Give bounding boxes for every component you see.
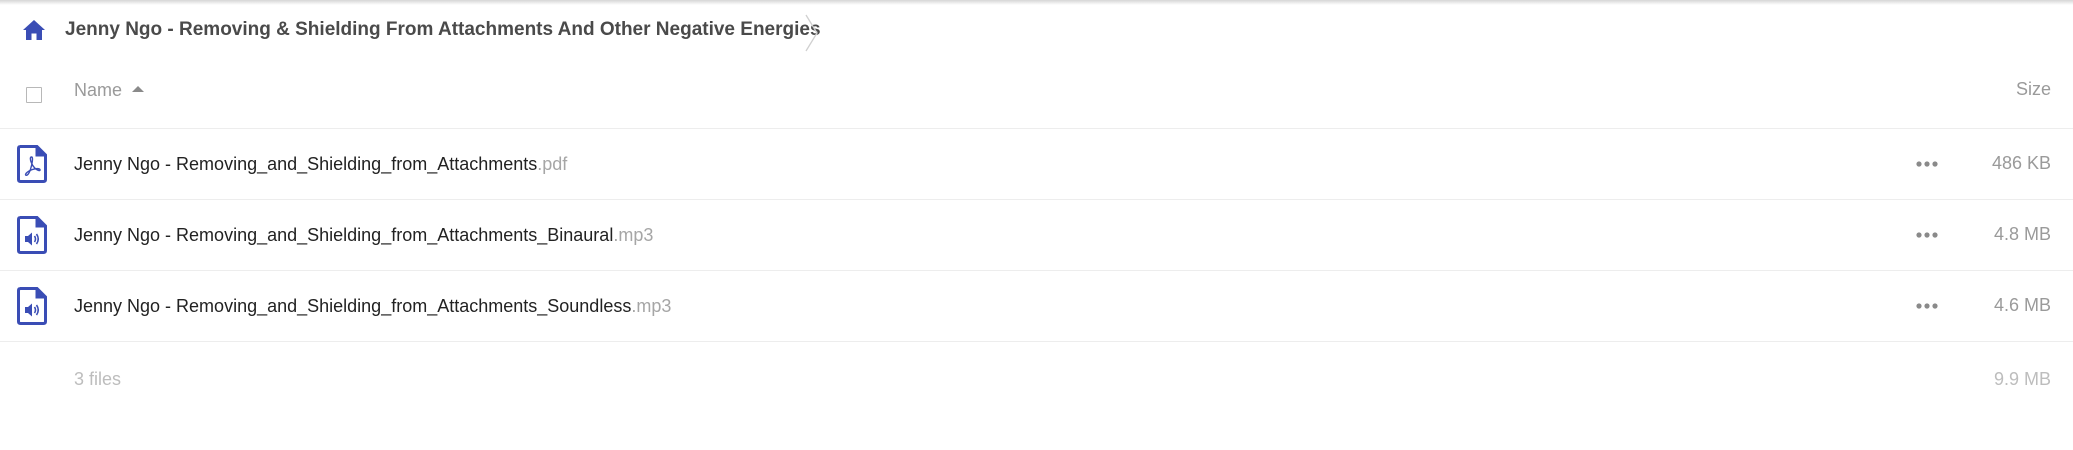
pdf-file-icon bbox=[17, 145, 47, 183]
home-icon[interactable] bbox=[21, 18, 47, 42]
file-row[interactable]: Jenny Ngo - Removing_and_Shielding_from_… bbox=[0, 200, 2073, 271]
file-row[interactable]: Jenny Ngo - Removing_and_Shielding_from_… bbox=[0, 271, 2073, 342]
file-row[interactable]: Jenny Ngo - Removing_and_Shielding_from_… bbox=[0, 129, 2073, 200]
file-list-header: Name Size bbox=[0, 58, 2073, 129]
sort-ascending-icon bbox=[132, 86, 145, 93]
file-size: 4.8 MB bbox=[1993, 224, 2051, 244]
file-extension: .pdf bbox=[537, 154, 568, 174]
file-name[interactable]: Jenny Ngo - Removing_and_Shielding_from_… bbox=[74, 225, 653, 246]
audio-file-icon bbox=[17, 287, 47, 325]
more-options-icon[interactable] bbox=[1914, 155, 1940, 173]
file-extension: .mp3 bbox=[613, 225, 654, 245]
total-size: 9.9 MB bbox=[1993, 369, 2051, 389]
file-extension: .mp3 bbox=[631, 296, 672, 316]
file-basename: Jenny Ngo - Removing_and_Shielding_from_… bbox=[74, 296, 632, 316]
breadcrumb: Jenny Ngo - Removing & Shielding From At… bbox=[0, 0, 2073, 58]
file-count: 3 files bbox=[74, 369, 122, 389]
select-all-checkbox[interactable] bbox=[26, 87, 42, 103]
file-basename: Jenny Ngo - Removing_and_Shielding_from_… bbox=[74, 154, 538, 174]
file-name[interactable]: Jenny Ngo - Removing_and_Shielding_from_… bbox=[74, 154, 567, 175]
name-column-label: Name bbox=[74, 80, 123, 100]
file-size: 486 KB bbox=[1991, 153, 2051, 173]
file-size: 4.6 MB bbox=[1993, 295, 2051, 315]
file-list-summary: 3 files 9.9 MB bbox=[0, 342, 2073, 414]
more-options-icon[interactable] bbox=[1914, 226, 1940, 244]
audio-file-icon bbox=[17, 216, 47, 254]
file-basename: Jenny Ngo - Removing_and_Shielding_from_… bbox=[74, 225, 614, 245]
breadcrumb-separator-icon bbox=[804, 13, 820, 53]
breadcrumb-current-folder[interactable]: Jenny Ngo - Removing & Shielding From At… bbox=[65, 19, 821, 41]
name-column-header[interactable]: Name bbox=[74, 80, 145, 101]
more-options-icon[interactable] bbox=[1914, 297, 1940, 315]
size-column-header[interactable]: Size bbox=[2016, 79, 2051, 100]
file-name[interactable]: Jenny Ngo - Removing_and_Shielding_from_… bbox=[74, 296, 671, 317]
